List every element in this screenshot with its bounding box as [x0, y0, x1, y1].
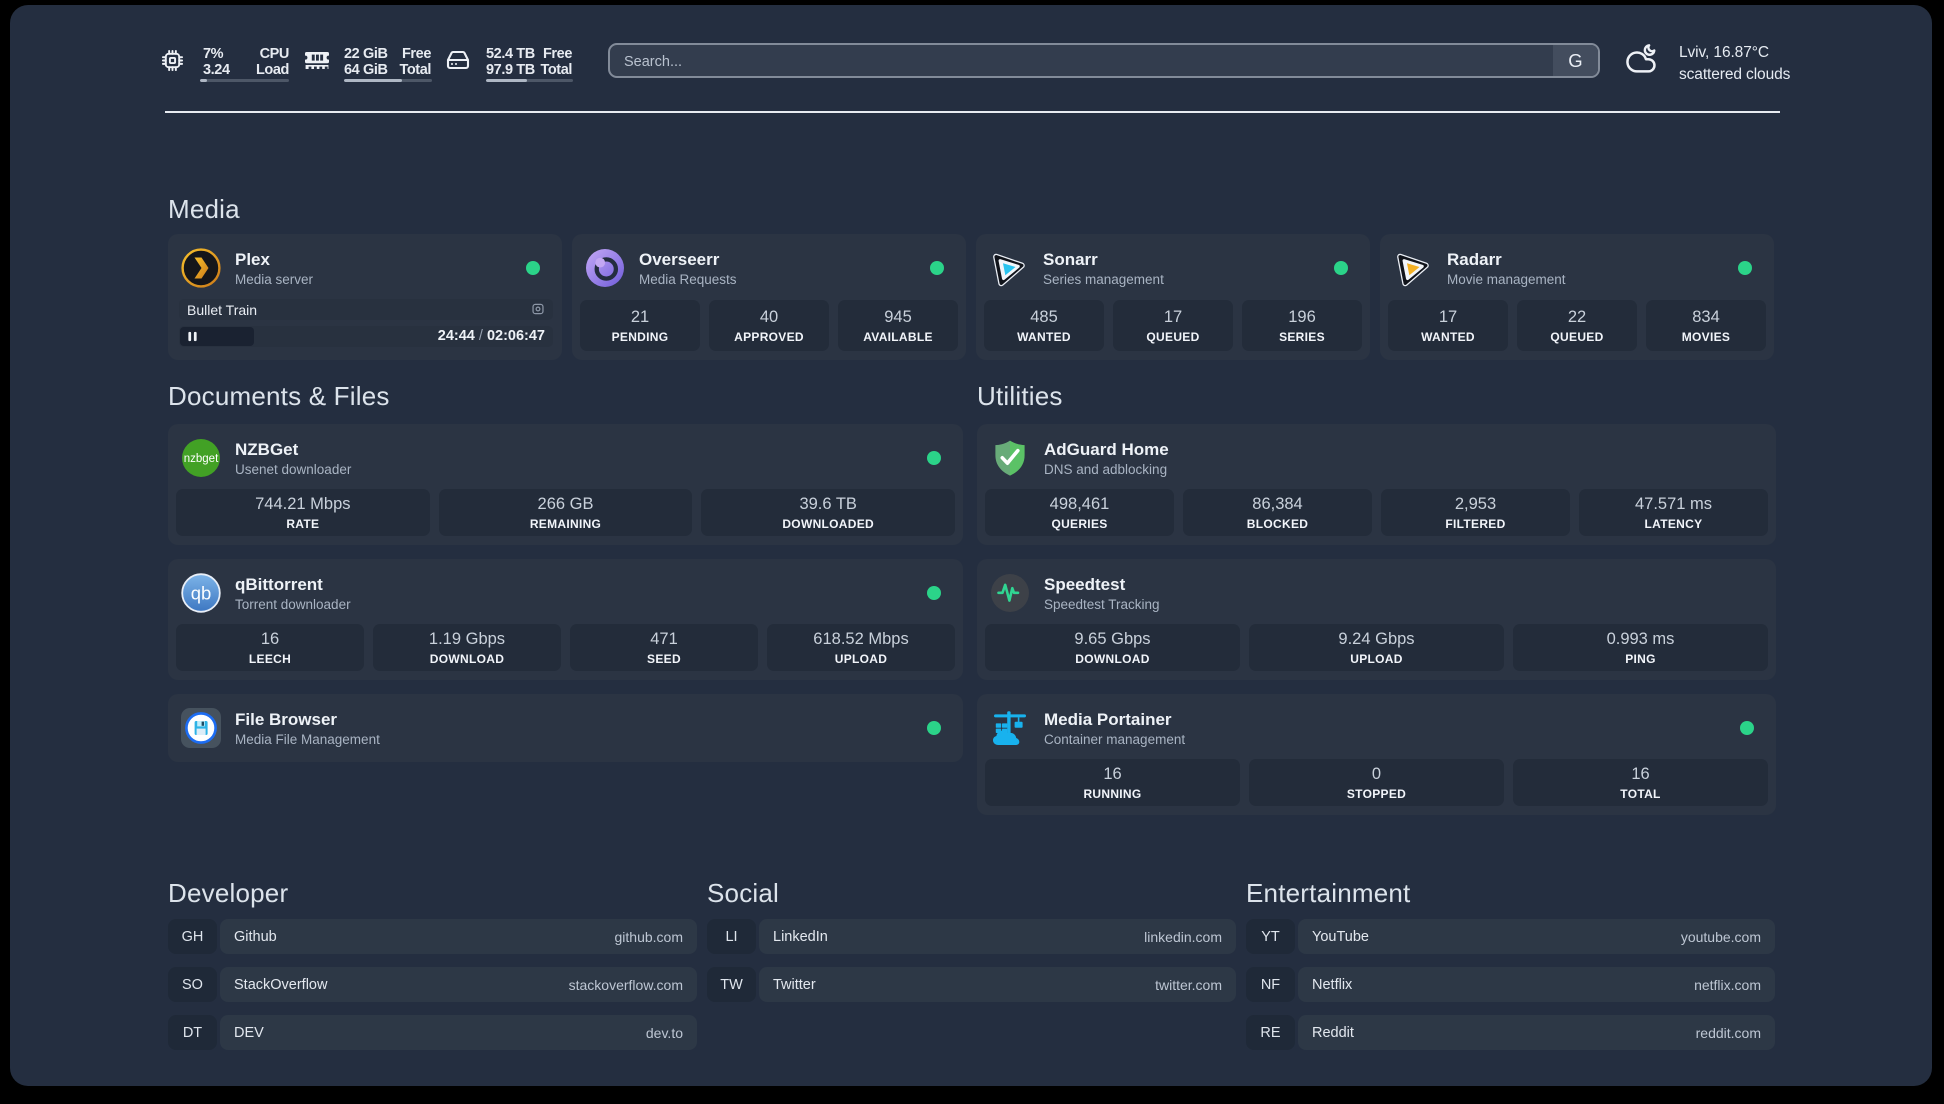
- svg-text:nzbget: nzbget: [184, 453, 219, 465]
- svg-text:qb: qb: [191, 583, 212, 604]
